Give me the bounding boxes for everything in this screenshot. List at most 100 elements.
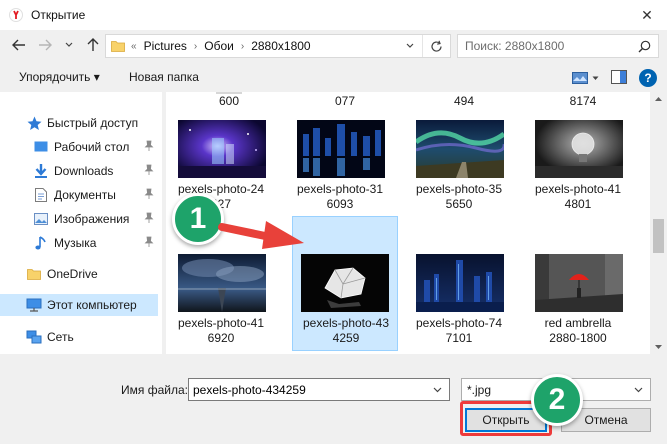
chevron-down-icon[interactable] xyxy=(406,43,414,49)
close-icon: ✕ xyxy=(641,6,653,23)
sidebar-item-network[interactable]: Сеть xyxy=(0,326,158,348)
filename-label: Имя файла: xyxy=(121,383,188,397)
file-item[interactable]: pexels-photo-41 4801 xyxy=(525,120,631,252)
folder-icon xyxy=(26,266,42,282)
file-item-partial[interactable]: 494 xyxy=(411,92,517,110)
file-item-partial[interactable]: 077 xyxy=(292,92,398,110)
file-name: pexels-photo-35 xyxy=(415,182,503,196)
file-name: pexels-photo-41 xyxy=(534,182,622,196)
file-name-cont: 2880-1800 xyxy=(549,331,607,345)
toolbar: Упорядочить ▾ Новая папка ? xyxy=(0,64,667,92)
scroll-thumb[interactable] xyxy=(653,219,664,253)
file-name: 8174 xyxy=(569,94,597,108)
file-name: 494 xyxy=(453,94,475,108)
chevron-down-icon[interactable] xyxy=(433,387,442,393)
scrollbar[interactable] xyxy=(650,92,667,354)
file-item-partial[interactable]: 8174 xyxy=(530,92,636,110)
sidebar-item-quick-access[interactable]: Быстрый доступ xyxy=(0,112,158,134)
organize-button[interactable]: Упорядочить ▾ xyxy=(19,70,100,84)
scroll-down-icon[interactable] xyxy=(650,340,667,354)
up-button[interactable] xyxy=(84,36,102,54)
recent-locations-button[interactable] xyxy=(60,36,78,54)
image-thumbnail xyxy=(416,120,504,178)
new-folder-button[interactable]: Новая папка xyxy=(129,70,199,84)
view-options-button[interactable] xyxy=(572,72,599,84)
image-thumbnail xyxy=(535,120,623,178)
file-name: pexels-photo-41 xyxy=(177,316,265,330)
refresh-icon[interactable] xyxy=(430,40,443,53)
file-name-cont: 6093 xyxy=(326,197,354,211)
computer-icon xyxy=(26,297,42,313)
chevron-down-icon xyxy=(65,42,73,47)
navigation-pane: Быстрый доступ Рабочий стол Downloads До… xyxy=(0,92,162,354)
sidebar-item-label: OneDrive xyxy=(47,267,98,281)
image-thumbnail xyxy=(178,254,266,312)
search-icon xyxy=(638,40,651,52)
file-item[interactable]: pexels-photo-35 5650 xyxy=(406,120,512,252)
breadcrumb-item[interactable]: 2880x1800 xyxy=(251,39,310,53)
sidebar-item-documents[interactable]: Документы xyxy=(0,184,158,206)
back-button[interactable] xyxy=(10,36,28,54)
pin-icon xyxy=(144,140,154,151)
file-name: pexels-photo-43 xyxy=(302,316,390,330)
view-icon xyxy=(572,72,588,84)
preview-pane-button[interactable] xyxy=(611,69,627,87)
file-item[interactable]: red ambrella 2880-1800 xyxy=(525,254,631,354)
sidebar-item-pictures[interactable]: Изображения xyxy=(0,208,158,230)
window-title: Открытие xyxy=(31,8,86,22)
step-badge-1: 1 xyxy=(172,193,224,245)
breadcrumb-separator[interactable]: › xyxy=(194,41,197,52)
file-name: pexels-photo-31 xyxy=(296,182,384,196)
pictures-icon xyxy=(33,211,49,227)
network-icon xyxy=(26,329,42,345)
pin-icon xyxy=(144,164,154,175)
breadcrumb-item[interactable]: Pictures xyxy=(144,39,187,53)
arrow-right-icon xyxy=(39,39,52,51)
preview-pane-icon xyxy=(611,69,627,84)
step-badge-2: 2 xyxy=(531,374,583,426)
file-item[interactable]: pexels-photo-41 6920 xyxy=(168,254,274,354)
sidebar-item-music[interactable]: Музыка xyxy=(0,232,158,254)
file-item-partial[interactable]: 600 xyxy=(176,92,282,110)
pin-icon xyxy=(144,188,154,199)
search-field[interactable] xyxy=(457,34,659,58)
sidebar-item-onedrive[interactable]: OneDrive xyxy=(0,263,158,285)
file-name-cont: 4259 xyxy=(332,331,360,345)
file-name: 600 xyxy=(218,94,240,108)
breadcrumb-item[interactable]: Обои xyxy=(204,39,234,53)
image-thumbnail xyxy=(297,120,385,178)
download-icon xyxy=(33,163,49,179)
image-thumbnail xyxy=(535,254,623,312)
filename-combobox[interactable] xyxy=(188,378,450,401)
file-name-cont: 5650 xyxy=(445,197,473,211)
file-name: 077 xyxy=(334,94,356,108)
breadcrumb-separator[interactable]: › xyxy=(241,41,244,52)
chevron-down-icon xyxy=(592,76,599,80)
image-thumbnail xyxy=(416,254,504,312)
file-item[interactable]: pexels-photo-74 7101 xyxy=(406,254,512,354)
sidebar-item-desktop[interactable]: Рабочий стол xyxy=(0,136,158,158)
document-icon xyxy=(33,187,49,203)
sidebar-item-this-pc[interactable]: Этот компьютер xyxy=(0,294,158,316)
close-button[interactable]: ✕ xyxy=(637,6,657,24)
star-icon xyxy=(26,115,42,131)
title-bar: Открытие ✕ xyxy=(0,0,667,30)
scroll-up-icon[interactable] xyxy=(650,92,667,106)
sidebar-item-label: Downloads xyxy=(54,164,114,178)
sidebar-item-label: Изображения xyxy=(54,212,130,226)
pin-icon xyxy=(144,236,154,247)
search-input[interactable] xyxy=(465,39,638,53)
forward-button[interactable] xyxy=(36,36,54,54)
music-icon xyxy=(33,235,49,251)
chevron-down-icon xyxy=(634,387,643,392)
file-name-cont: 4801 xyxy=(564,197,592,211)
sidebar-item-downloads[interactable]: Downloads xyxy=(0,160,158,182)
breadcrumb-expander[interactable]: « xyxy=(131,41,137,52)
image-thumbnail xyxy=(301,254,389,312)
address-row: « Pictures › Обои › 2880x1800 xyxy=(0,32,667,60)
address-bar[interactable]: « Pictures › Обои › 2880x1800 xyxy=(105,34,451,58)
image-thumbnail xyxy=(178,120,266,178)
help-button[interactable]: ? xyxy=(639,69,657,87)
arrow-left-icon xyxy=(12,39,25,51)
filename-input[interactable] xyxy=(193,382,433,397)
